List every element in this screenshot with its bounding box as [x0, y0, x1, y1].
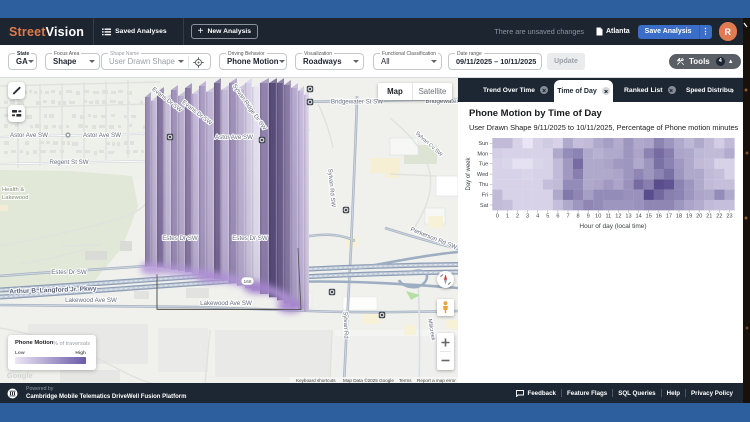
svg-text:12: 12: [615, 214, 621, 220]
svg-text:1: 1: [506, 214, 509, 220]
svg-text:10: 10: [595, 214, 601, 220]
svg-text:0: 0: [496, 214, 499, 220]
svg-text:Thu: Thu: [479, 182, 489, 188]
svg-text:6: 6: [556, 214, 559, 220]
svg-text:Tue: Tue: [479, 162, 488, 168]
svg-text:18: 18: [676, 214, 682, 220]
svg-text:23: 23: [726, 214, 732, 220]
svg-text:3: 3: [526, 214, 529, 220]
svg-text:15: 15: [646, 214, 652, 220]
svg-text:9: 9: [587, 214, 590, 220]
svg-text:13: 13: [625, 214, 631, 220]
svg-text:2: 2: [516, 214, 519, 220]
svg-text:Day of week: Day of week: [466, 156, 472, 190]
svg-text:7: 7: [566, 214, 569, 220]
svg-text:Wed: Wed: [477, 172, 488, 178]
svg-text:20: 20: [696, 214, 702, 220]
svg-text:5: 5: [546, 214, 549, 220]
svg-text:Hour of day (local time): Hour of day (local time): [579, 223, 646, 230]
svg-text:8: 8: [577, 214, 580, 220]
svg-text:Mon: Mon: [477, 151, 488, 157]
svg-text:Sun: Sun: [478, 141, 488, 147]
svg-text:17: 17: [666, 214, 672, 220]
svg-text:11: 11: [605, 214, 611, 220]
svg-text:19: 19: [686, 214, 692, 220]
svg-text:4: 4: [536, 214, 539, 220]
svg-text:Sat: Sat: [480, 203, 489, 209]
svg-text:Fri: Fri: [482, 193, 489, 199]
svg-text:21: 21: [706, 214, 712, 220]
svg-text:16: 16: [656, 214, 662, 220]
svg-text:14: 14: [635, 214, 641, 220]
svg-text:22: 22: [716, 214, 722, 220]
